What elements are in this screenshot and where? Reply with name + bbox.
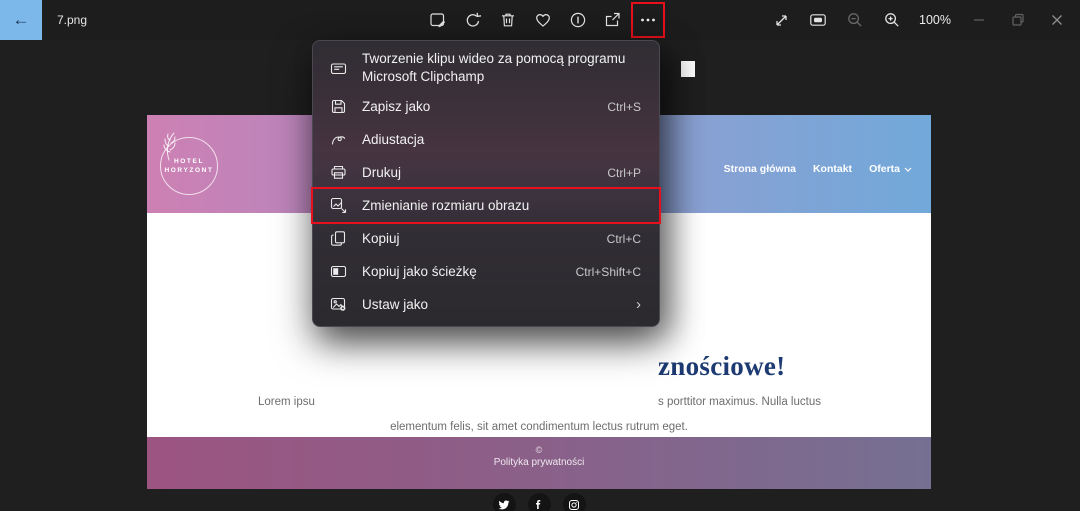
set-as-icon xyxy=(330,296,347,313)
copy-path-icon xyxy=(330,263,347,280)
save-icon xyxy=(330,98,347,115)
paragraph-fragment-right: s porttitor maximus. Nulla luctus xyxy=(658,396,821,408)
edit-image-button[interactable] xyxy=(426,7,450,33)
menu-item-clipchamp[interactable]: Tworzenie klipu wideo za pomocą programu… xyxy=(313,46,659,90)
more-button-highlight-box xyxy=(636,7,660,33)
delete-button[interactable] xyxy=(496,7,520,33)
nav-link-home: Strona główna xyxy=(724,163,796,175)
paragraph-fragment-left: Lorem ipsu xyxy=(258,396,315,408)
resize-image-icon xyxy=(330,197,347,214)
website-nav: Strona główna Kontakt Oferta xyxy=(724,163,912,175)
markup-pen-icon xyxy=(330,131,347,148)
toolbar-center-group xyxy=(426,0,660,40)
hotel-logo: HOTEL HORYZONT xyxy=(160,137,218,195)
copyright-symbol: © xyxy=(536,445,543,455)
menu-item-label: Ustaw jako xyxy=(362,296,622,314)
logo-text-line2: HORYZONT xyxy=(164,167,213,174)
clipchamp-icon xyxy=(330,60,347,77)
menu-item-label: Kopiuj jako ścieżkę xyxy=(362,263,562,281)
filename-label: 7.png xyxy=(57,0,87,40)
more-options-menu: Tworzenie klipu wideo za pomocą programu… xyxy=(312,40,660,327)
nav-link-contact: Kontakt xyxy=(813,163,852,175)
close-window-button[interactable] xyxy=(1044,7,1070,33)
copy-icon xyxy=(330,230,347,247)
menu-item-label: Tworzenie klipu wideo za pomocą programu… xyxy=(362,50,627,86)
menu-item-label: Adiustacja xyxy=(362,131,627,149)
menu-item-markup[interactable]: Adiustacja xyxy=(313,123,659,156)
zoom-level-label: 100% xyxy=(917,13,953,27)
menu-item-shortcut: Ctrl+C xyxy=(607,232,641,246)
nav-link-offer: Oferta xyxy=(869,163,912,175)
menu-item-copy-as-path[interactable]: Kopiuj jako ścieżkę Ctrl+Shift+C xyxy=(313,255,659,288)
menu-item-shortcut: Ctrl+Shift+C xyxy=(576,265,641,279)
menu-item-label: Kopiuj xyxy=(362,230,593,248)
favorite-heart-button[interactable] xyxy=(531,7,555,33)
menu-item-set-as[interactable]: Ustaw jako › xyxy=(313,288,659,321)
instagram-icon xyxy=(563,493,586,511)
chevron-down-icon xyxy=(904,167,912,172)
menu-item-shortcut: Ctrl+P xyxy=(607,166,641,180)
photos-app-window: HOTEL HORYZONT Strona główna Kontakt Ofe… xyxy=(0,0,1080,511)
twitter-icon xyxy=(493,493,516,511)
facebook-icon xyxy=(528,493,551,511)
menu-item-print[interactable]: Drukuj Ctrl+P xyxy=(313,156,659,189)
more-button[interactable] xyxy=(636,7,660,33)
rotate-button[interactable] xyxy=(461,7,485,33)
social-icons-row xyxy=(147,493,931,511)
restore-window-button[interactable] xyxy=(1005,7,1031,33)
fit-to-screen-icon[interactable] xyxy=(806,7,830,33)
leaf-icon xyxy=(155,130,185,162)
minimize-button[interactable] xyxy=(966,7,992,33)
white-artifact xyxy=(681,61,695,77)
printer-icon xyxy=(330,164,347,181)
menu-item-copy[interactable]: Kopiuj Ctrl+C xyxy=(313,222,659,255)
share-button[interactable] xyxy=(601,7,625,33)
menu-item-label: Zapisz jako xyxy=(362,98,593,116)
menu-item-label: Zmienianie rozmiaru obrazu xyxy=(362,197,627,215)
menu-item-label: Drukuj xyxy=(362,164,593,182)
privacy-policy-link: Polityka prywatności xyxy=(494,457,585,468)
zoom-out-icon[interactable] xyxy=(843,7,867,33)
website-heading-fragment: znościowe! xyxy=(658,351,785,382)
paragraph-line2: elementum felis, sit amet condimentum le… xyxy=(147,421,931,433)
submenu-chevron-icon: › xyxy=(636,297,641,312)
fullscreen-icon[interactable] xyxy=(769,7,793,33)
menu-item-resize-image[interactable]: Zmienianie rozmiaru obrazu xyxy=(313,189,659,222)
info-button[interactable] xyxy=(566,7,590,33)
back-button[interactable]: ← xyxy=(0,0,42,40)
menu-item-shortcut: Ctrl+S xyxy=(607,100,641,114)
website-footer: © Polityka prywatności xyxy=(147,437,931,489)
zoom-in-icon[interactable] xyxy=(880,7,904,33)
toolbar: ← 7.png xyxy=(0,0,1080,40)
menu-item-save-as[interactable]: Zapisz jako Ctrl+S xyxy=(313,90,659,123)
toolbar-right-group: 100% xyxy=(769,0,1070,40)
